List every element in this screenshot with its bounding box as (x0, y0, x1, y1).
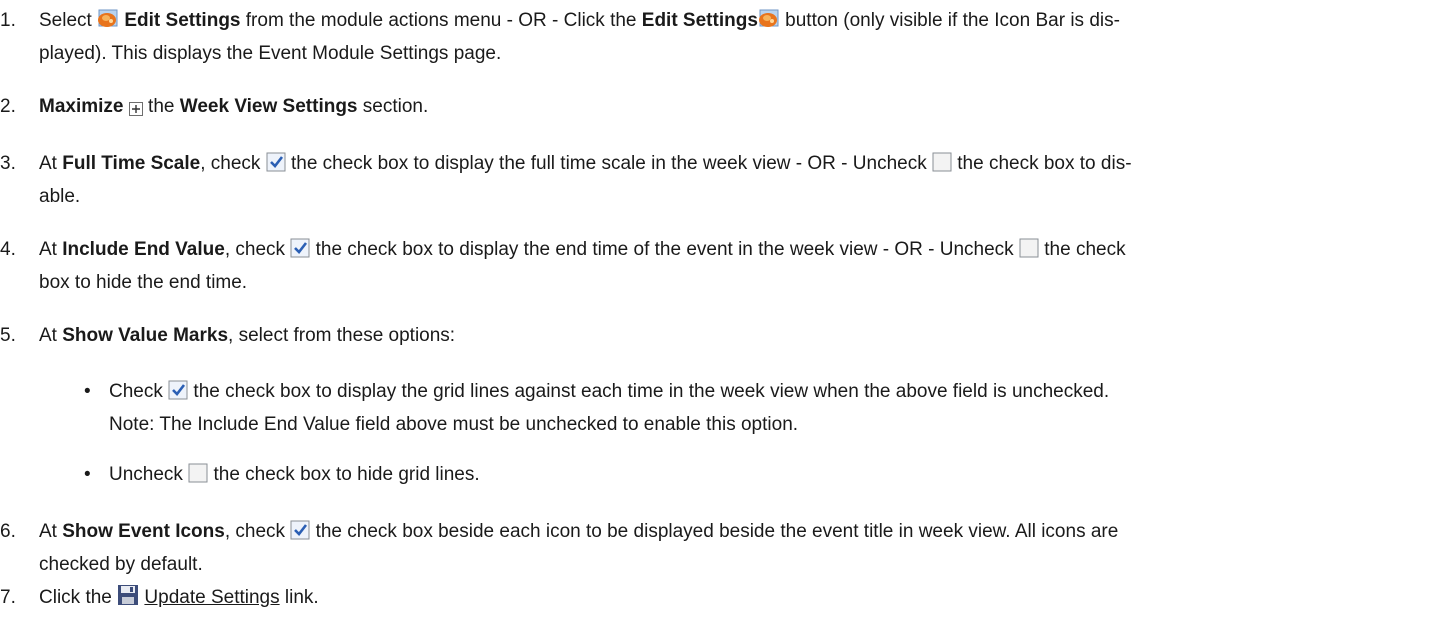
step-text: At Show Value Marks, select from these o… (39, 325, 456, 346)
field-name: Include End Value (62, 239, 225, 260)
field-name: Full Time Scale (62, 153, 201, 174)
field-name: Show Event Icons (62, 521, 225, 542)
step-number: 2. (0, 96, 16, 117)
bullet-text: Check the check box to display the grid … (109, 380, 1110, 435)
step-text: At Show Event Icons, check the check box… (39, 520, 1119, 575)
checked-checkbox-icon (290, 520, 310, 550)
unchecked-checkbox-icon (932, 152, 952, 182)
edit-settings-label: Edit Settings (124, 10, 241, 31)
instruction-steps: 1. Select Edit Settings from the module … (0, 0, 1452, 618)
section-name: Week View Settings (179, 96, 358, 117)
step-text: Click the Update Settings link. (39, 583, 1440, 616)
step-number: 6. (0, 521, 16, 542)
edit-settings-icon (758, 7, 780, 39)
edit-settings-label: Edit Settings (641, 10, 758, 31)
step-number: 3. (0, 153, 16, 174)
step-number: 4. (0, 239, 16, 260)
checked-checkbox-icon (290, 238, 310, 268)
update-settings-link[interactable]: Update Settings (144, 587, 279, 608)
unchecked-checkbox-icon (188, 463, 208, 493)
unchecked-checkbox-icon (1019, 238, 1039, 268)
maximize-icon (129, 96, 143, 126)
step-text: Select Edit Settings from the module act… (39, 6, 1440, 69)
bullet-text: Uncheck the check box to hide grid lines… (109, 460, 1444, 493)
step-number: 1. (0, 10, 16, 31)
edit-settings-icon (97, 7, 119, 39)
maximize-label: Maximize (39, 96, 124, 117)
bullet-dot: • (84, 464, 91, 485)
field-name: Show Value Marks (62, 325, 229, 346)
checked-checkbox-icon (266, 152, 286, 182)
save-icon (117, 584, 139, 616)
checked-checkbox-icon (168, 380, 188, 410)
bullet-dot: • (84, 381, 91, 402)
step-text: At Include End Value, check the check bo… (39, 238, 1126, 293)
step-text: Maximize the Week View Settings section. (39, 92, 1440, 126)
step-text: At Full Time Scale, check the check box … (39, 152, 1132, 207)
step-number: 5. (0, 325, 16, 346)
step-number: 7. (0, 587, 16, 608)
